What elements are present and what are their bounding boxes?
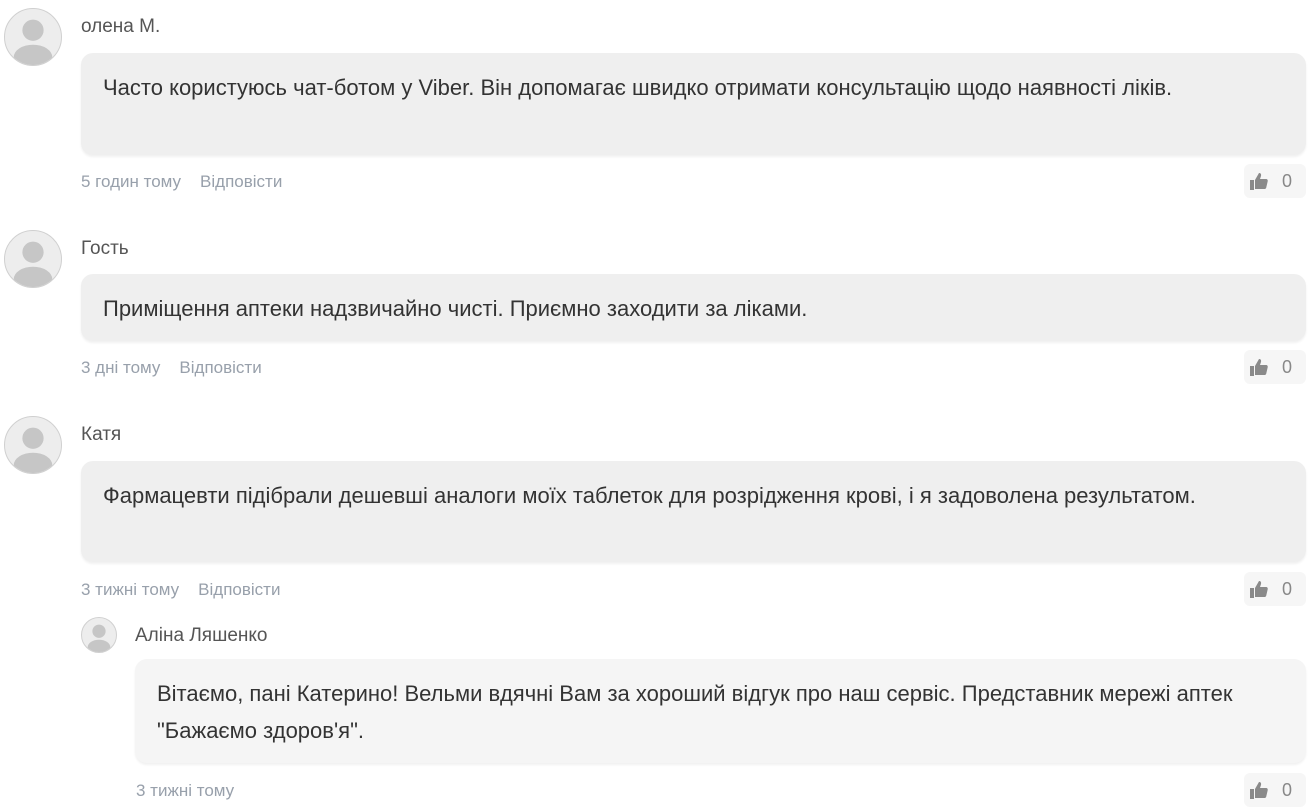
comment-meta: 3 тижні тому Відповісти	[81, 580, 299, 600]
reply-link[interactable]: Відповісти	[198, 580, 280, 599]
comment-time: 5 годин тому	[81, 172, 182, 191]
comment-meta: 5 годин тому Відповісти	[81, 172, 301, 192]
comment-author: Катя	[81, 424, 122, 445]
reply-link[interactable]: Відповісти	[200, 172, 282, 191]
thumbs-up-icon	[1249, 359, 1268, 376]
comment-text: Приміщення аптеки надзвичайно чисті. При…	[81, 274, 1306, 341]
like-count: 0	[1281, 578, 1292, 599]
comment-text: Часто користуюсь чат-ботом у Viber. Він …	[81, 53, 1306, 155]
comment: олена М. Часто користуюсь чат-ботом у Vi…	[0, 0, 1310, 210]
reply-link[interactable]: Відповісти	[179, 358, 261, 377]
reply-author: Аліна Ляшенко	[135, 625, 268, 646]
comment-time: 3 тижні тому	[81, 580, 180, 599]
like-count: 0	[1281, 779, 1292, 800]
comment-author: Гость	[81, 238, 129, 259]
user-avatar-icon	[4, 416, 62, 474]
reply-comment: Аліна Ляшенко Вітаємо, пані Катерино! Ве…	[0, 617, 1310, 809]
thumbs-up-icon	[1249, 782, 1268, 799]
comment-text: Фармацевти підібрали дешевші аналоги мої…	[81, 461, 1306, 562]
like-button[interactable]: 0	[1244, 572, 1306, 606]
reply-time: 3 тижні тому	[136, 781, 235, 800]
comment-time: 3 дні тому	[81, 358, 161, 377]
user-avatar-icon	[4, 8, 62, 66]
reply-text: Вітаємо, пані Катерино! Вельми вдячні Ва…	[135, 659, 1306, 763]
comment: Катя Фармацевти підібрали дешевші аналог…	[0, 408, 1310, 608]
user-avatar-icon	[4, 230, 62, 288]
user-avatar-icon	[81, 617, 117, 653]
like-button[interactable]: 0	[1244, 773, 1306, 807]
reply-meta: 3 тижні тому	[136, 781, 253, 801]
comment-author: олена М.	[81, 16, 161, 37]
comment: Гость Приміщення аптеки надзвичайно чист…	[0, 222, 1310, 392]
like-count: 0	[1281, 170, 1292, 191]
like-count: 0	[1281, 356, 1292, 377]
like-button[interactable]: 0	[1244, 164, 1306, 198]
like-button[interactable]: 0	[1244, 350, 1306, 384]
thumbs-up-icon	[1249, 581, 1268, 598]
thumbs-up-icon	[1249, 173, 1268, 190]
comment-meta: 3 дні тому Відповісти	[81, 358, 281, 378]
